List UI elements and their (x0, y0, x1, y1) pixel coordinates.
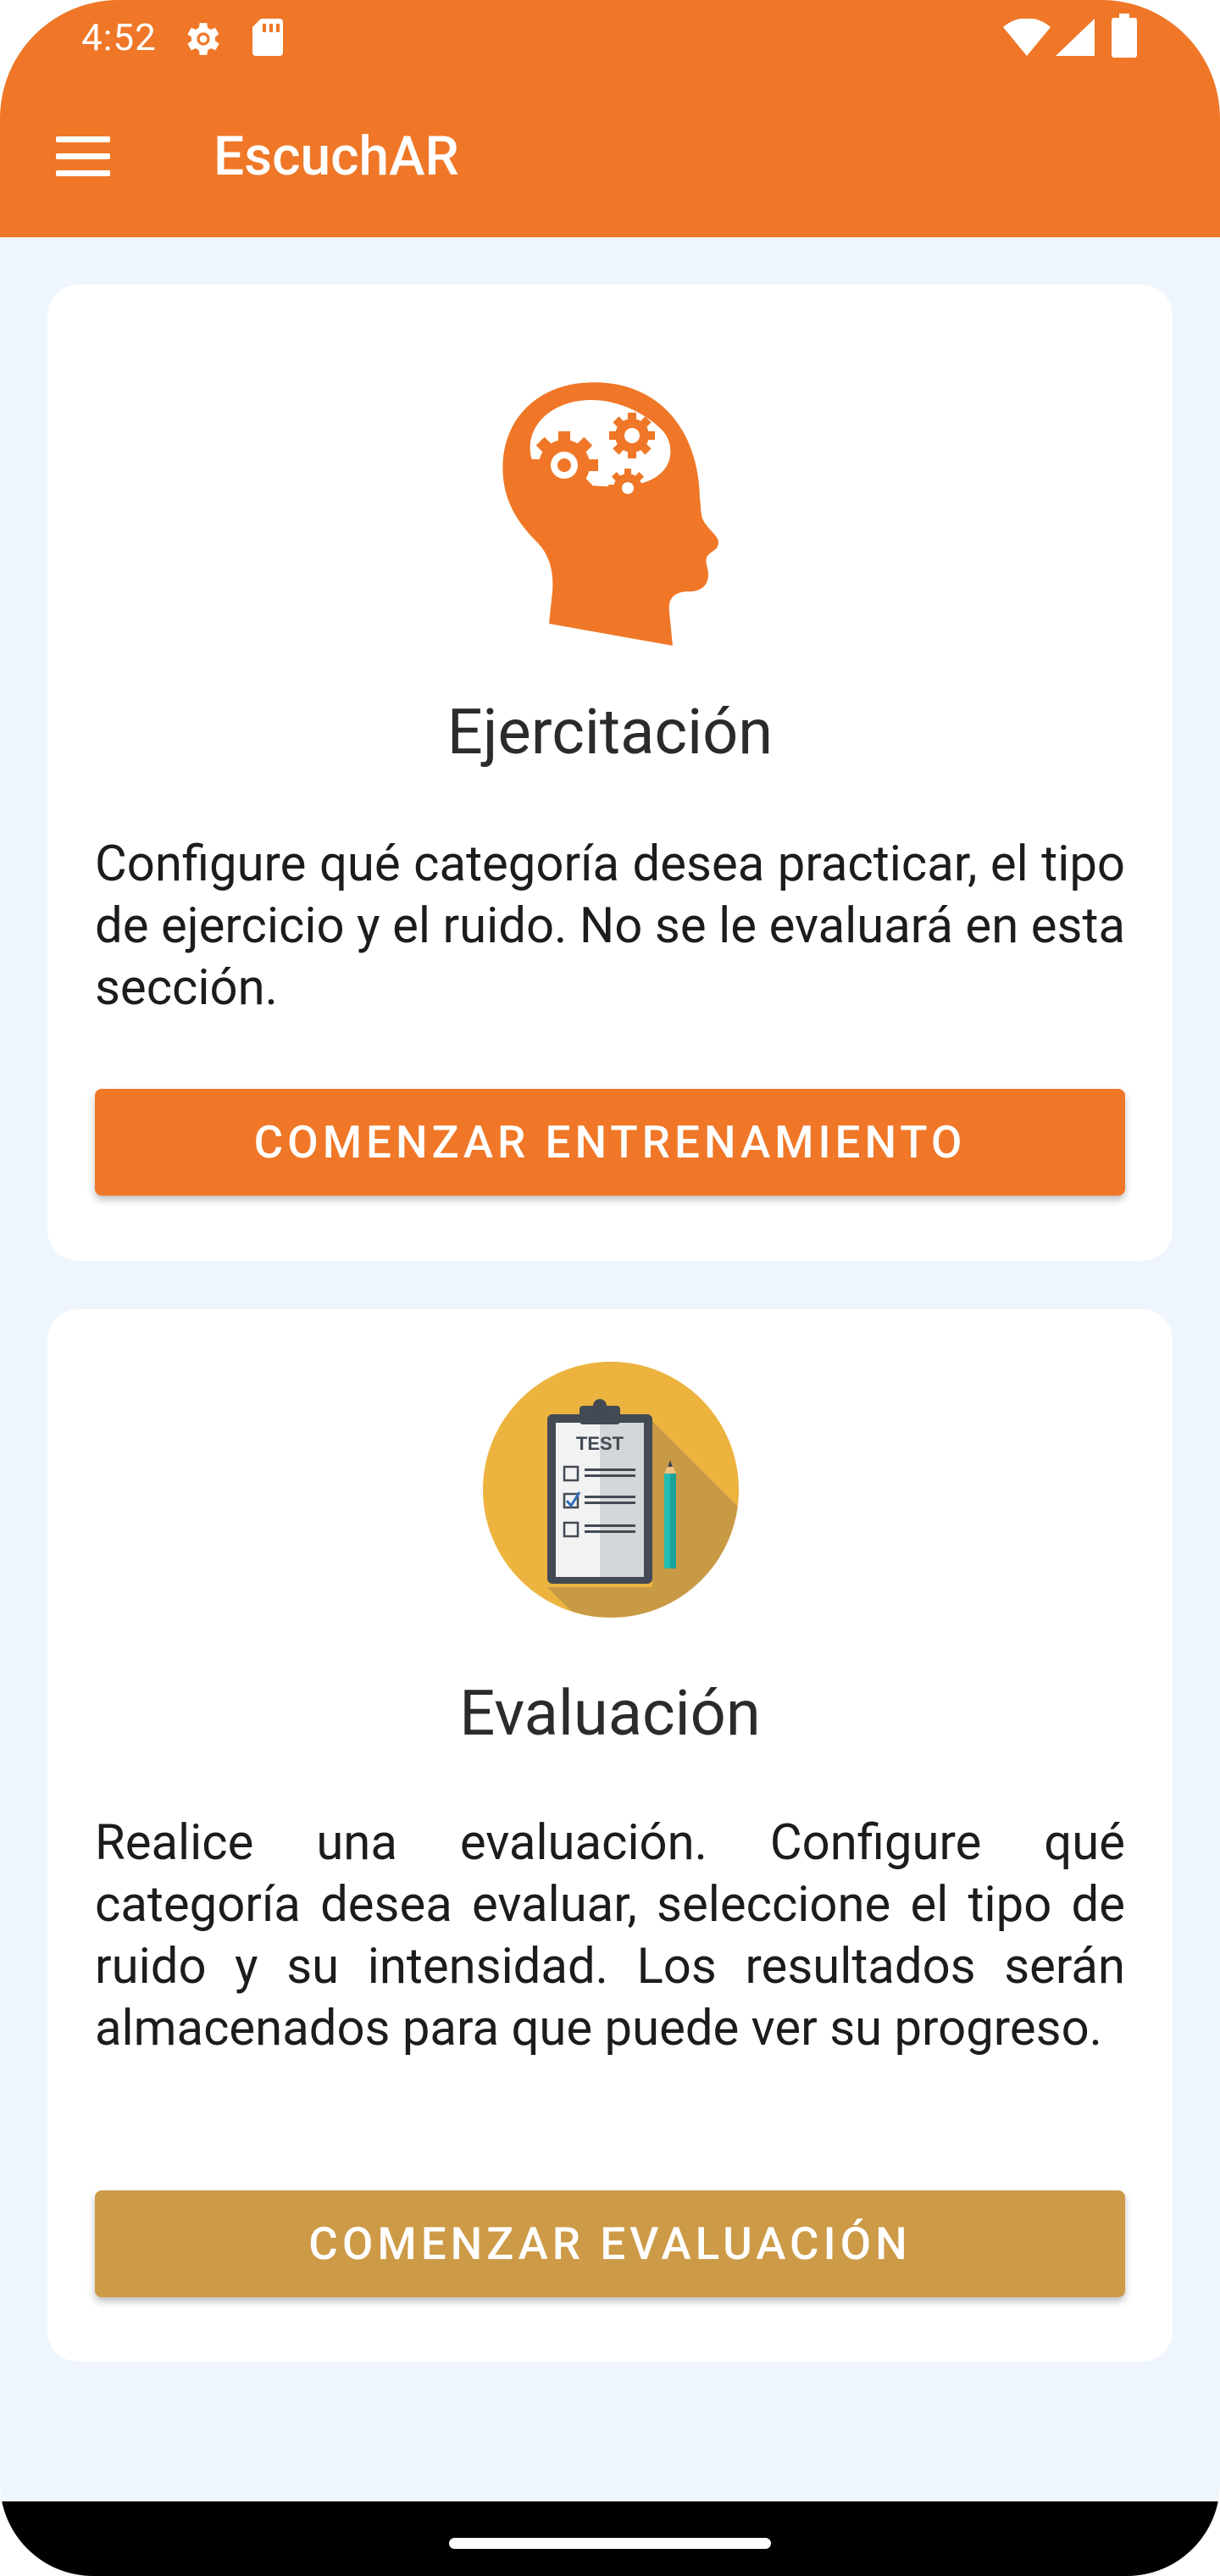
navigation-bar (0, 2501, 1220, 2576)
training-title: Ejercitación (446, 696, 774, 769)
menu-bar-line (56, 169, 110, 176)
app-screen: 4:52 EscuchAR Ejercitación Configure qué… (0, 0, 1220, 2576)
start-evaluation-button[interactable]: COMENZAR EVALUACIÓN (95, 2190, 1125, 2297)
evaluation-title: Evaluación (459, 1677, 761, 1751)
test-clipboard-icon: TEST (483, 1362, 739, 1618)
hamburger-menu-icon[interactable] (47, 125, 119, 186)
training-card: Ejercitación Configure qué categoría des… (47, 285, 1173, 1261)
wifi-icon (1003, 19, 1051, 56)
app-title: EscuchAR (214, 125, 459, 188)
app-bar: 4:52 EscuchAR (0, 0, 1220, 237)
menu-bar-line (56, 153, 110, 159)
home-gesture-handle[interactable] (449, 2538, 771, 2549)
evaluation-description: Realice una evaluación. Configure qué ca… (95, 1814, 1125, 2057)
battery-icon (1112, 14, 1137, 58)
evaluation-card: TEST Evaluación Realice una evaluación. … (47, 1309, 1173, 2362)
status-bar: 4:52 (0, 0, 1220, 75)
training-description: Configure qué categoría desea practicar,… (95, 836, 1125, 1017)
menu-bar-line (56, 136, 110, 142)
signal-icon (1056, 19, 1095, 56)
svg-text:TEST: TEST (576, 1433, 624, 1454)
head-gears-icon (496, 376, 725, 646)
settings-gear-icon (187, 23, 219, 55)
start-training-button[interactable]: COMENZAR ENTRENAMIENTO (95, 1089, 1125, 1196)
status-time: 4:52 (81, 15, 157, 59)
sd-card-icon (252, 19, 283, 56)
